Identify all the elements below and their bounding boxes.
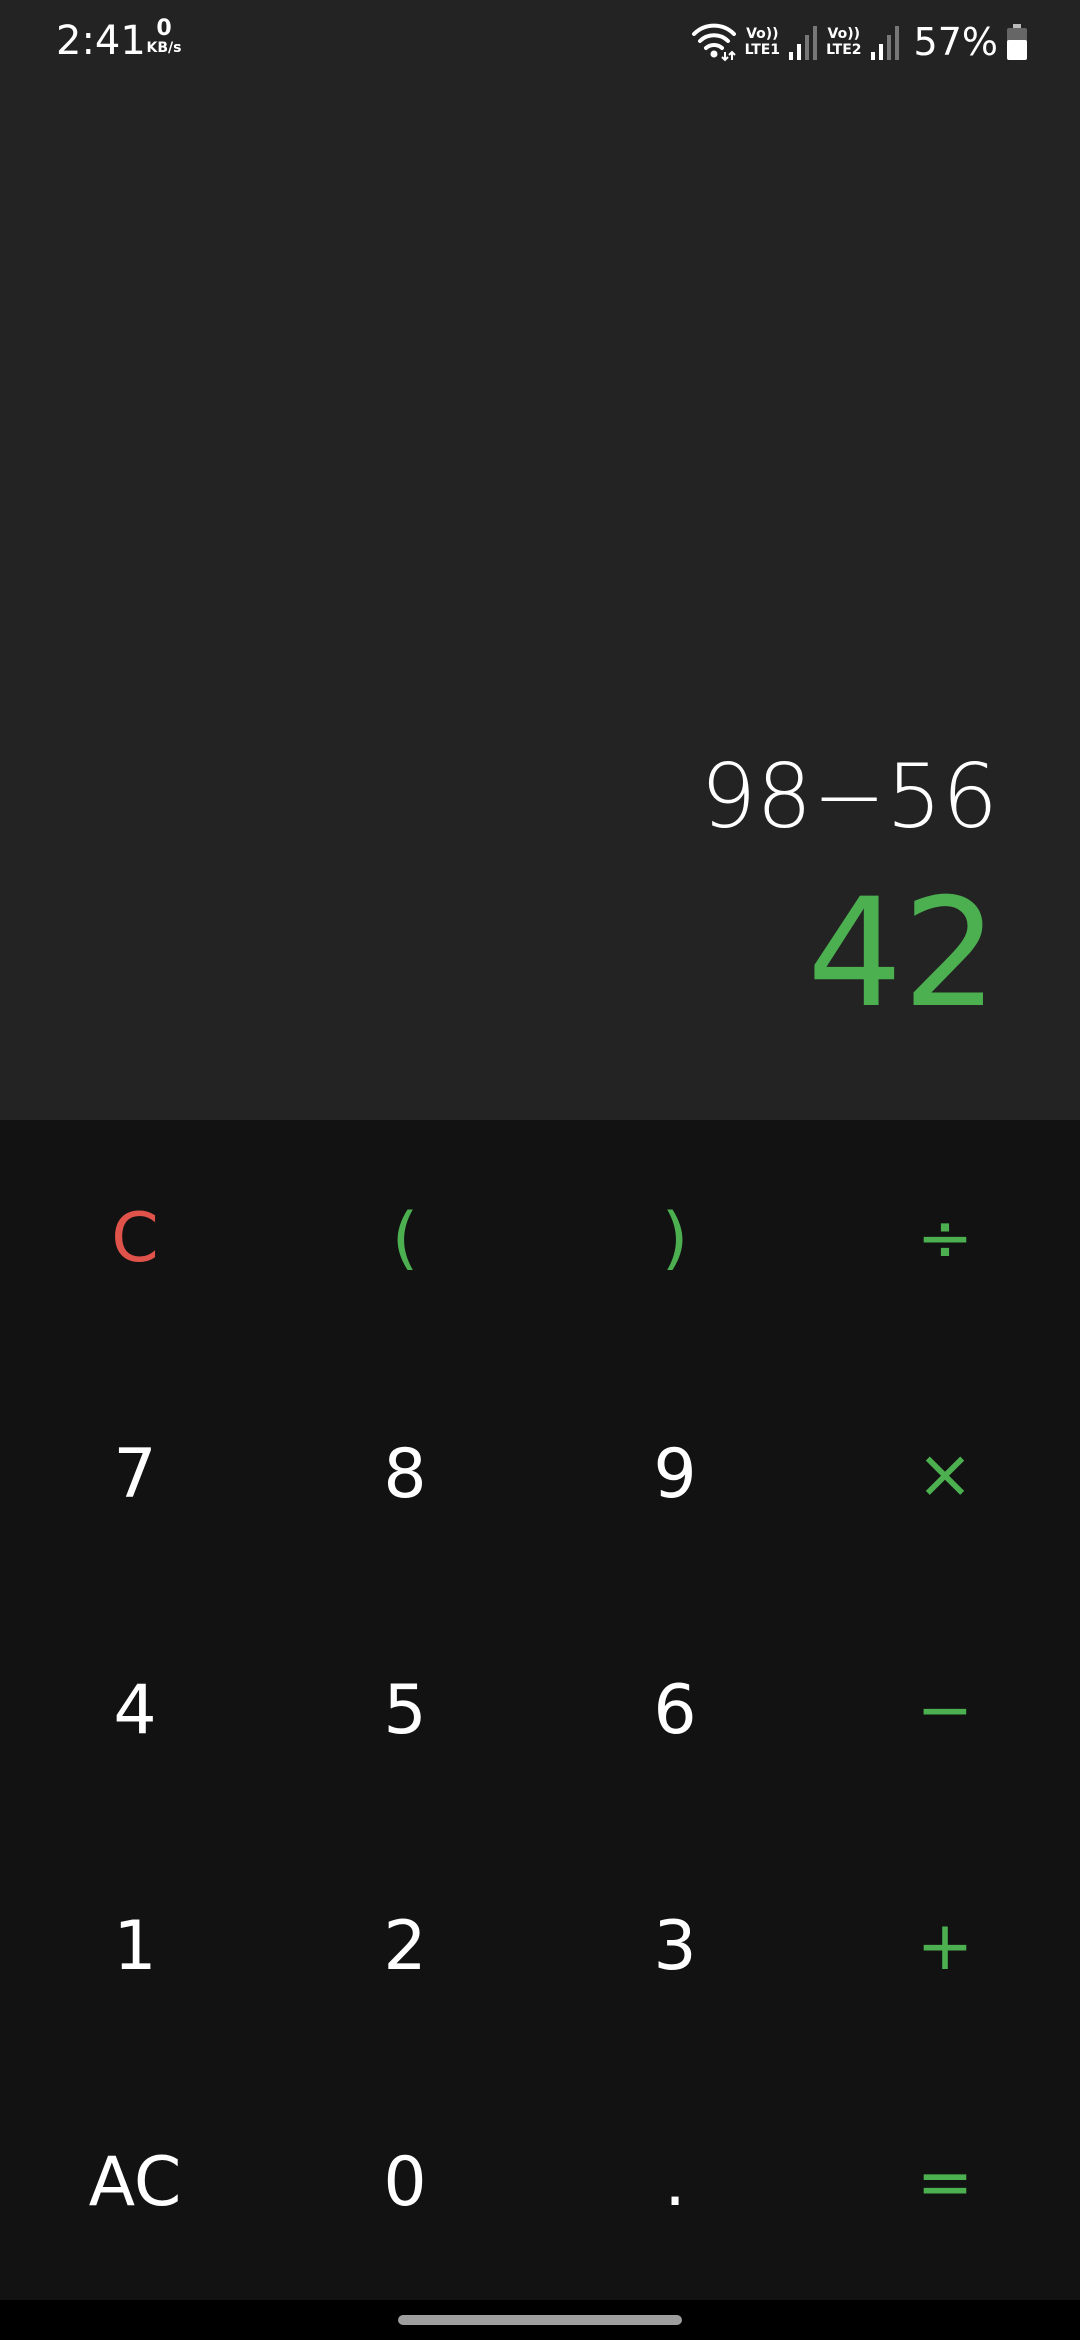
digit-3-button[interactable]: 3 bbox=[540, 1828, 810, 2064]
navigation-bar bbox=[0, 2300, 1080, 2340]
digit-9-button[interactable]: 9 bbox=[540, 1356, 810, 1592]
signal-icon bbox=[788, 24, 818, 60]
equals-button[interactable]: = bbox=[810, 2064, 1080, 2300]
divide-button[interactable]: ÷ bbox=[810, 1120, 1080, 1356]
subtract-button[interactable]: − bbox=[810, 1592, 1080, 1828]
network-speed: 0 KB/s bbox=[142, 16, 186, 57]
network-speed-unit: KB/s bbox=[146, 40, 182, 56]
all-clear-button[interactable]: AC bbox=[0, 2064, 270, 2300]
digit-5-button[interactable]: 5 bbox=[270, 1592, 540, 1828]
signal-icon bbox=[870, 24, 900, 60]
sim2-volte-label: Vo)) bbox=[827, 26, 861, 42]
battery-percent: 57% bbox=[913, 20, 998, 64]
open-paren-button[interactable]: ( bbox=[270, 1120, 540, 1356]
status-time: 2:41 bbox=[56, 18, 146, 64]
digit-1-button[interactable]: 1 bbox=[0, 1828, 270, 2064]
multiply-button[interactable]: × bbox=[810, 1356, 1080, 1592]
home-gesture-handle[interactable] bbox=[398, 2315, 682, 2325]
sim1-volte-indicator: Vo)) LTE1 bbox=[745, 26, 780, 58]
digit-2-button[interactable]: 2 bbox=[270, 1828, 540, 2064]
digit-7-button[interactable]: 7 bbox=[0, 1356, 270, 1592]
calculator-screen: 2:41 0 KB/s Vo)) LTE1 Vo)) LTE2 57% 98−5… bbox=[0, 0, 1080, 2340]
expression-display[interactable]: 98−56 bbox=[700, 742, 998, 852]
status-icons: Vo)) LTE1 Vo)) LTE2 57% bbox=[691, 16, 1028, 68]
clear-button[interactable]: C bbox=[0, 1120, 270, 1356]
sim1-volte-label: Vo)) bbox=[746, 26, 779, 42]
network-speed-value: 0 bbox=[156, 16, 172, 41]
sim2-lte-label: LTE2 bbox=[826, 42, 862, 58]
digit-0-button[interactable]: 0 bbox=[270, 2064, 540, 2300]
battery-icon bbox=[1006, 23, 1028, 61]
sim2-volte-indicator: Vo)) LTE2 bbox=[826, 26, 861, 58]
status-bar: 2:41 0 KB/s Vo)) LTE1 Vo)) LTE2 57% bbox=[0, 0, 1080, 84]
digit-8-button[interactable]: 8 bbox=[270, 1356, 540, 1592]
decimal-button[interactable]: . bbox=[540, 2064, 810, 2300]
digit-4-button[interactable]: 4 bbox=[0, 1592, 270, 1828]
result-display: 42 bbox=[807, 867, 998, 1041]
add-button[interactable]: + bbox=[810, 1828, 1080, 2064]
sim1-lte-label: LTE1 bbox=[744, 42, 781, 58]
wifi-icon bbox=[691, 22, 737, 62]
calculator-display: 98−56 42 bbox=[0, 84, 1080, 1120]
close-paren-button[interactable]: ) bbox=[540, 1120, 810, 1356]
digit-6-button[interactable]: 6 bbox=[540, 1592, 810, 1828]
keypad: C() ÷ 7 8 9 × 4 5 6− 1 2 3 + AC 0. = bbox=[0, 1120, 1080, 2300]
